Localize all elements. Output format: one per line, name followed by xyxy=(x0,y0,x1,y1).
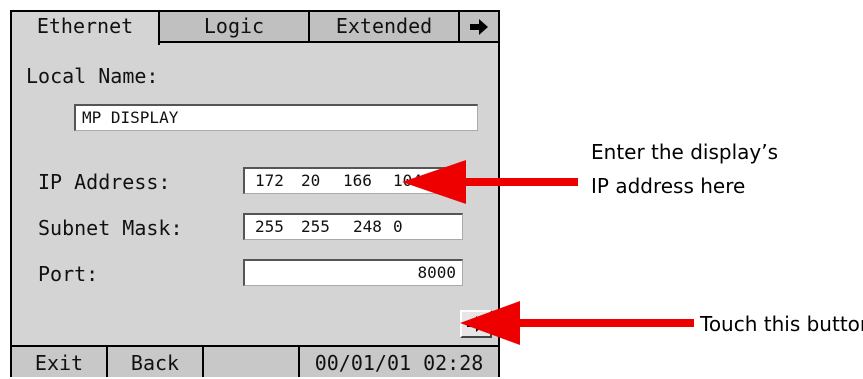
right-arrow-icon xyxy=(470,18,488,35)
right-arrow-icon xyxy=(467,316,485,332)
subnet-octet-3: 248 xyxy=(353,217,382,236)
tab-extended-label: Extended xyxy=(335,14,433,38)
ip-octet-2: 20 xyxy=(301,171,321,190)
next-page-button[interactable] xyxy=(460,310,492,338)
tab-bar: Ethernet Logic Extended xyxy=(12,12,498,45)
local-name-label: Local Name: xyxy=(26,64,159,88)
status-bar: Exit Back 00/01/01 02:28 xyxy=(12,345,498,377)
datetime-display: 00/01/01 02:28 xyxy=(314,351,484,375)
ip-octet-1: 172 xyxy=(255,171,284,190)
tab-ethernet-label: Ethernet xyxy=(36,14,134,38)
tab-extended[interactable]: Extended xyxy=(310,12,460,43)
status-empty-cell xyxy=(204,347,300,377)
subnet-octet-4: 0 xyxy=(393,217,403,236)
port-field[interactable]: 8000 xyxy=(243,259,463,286)
device-screen: Ethernet Logic Extended Local Name: MP D… xyxy=(10,10,500,377)
port-label: Port: xyxy=(38,262,99,286)
back-button[interactable]: Back xyxy=(108,347,204,377)
ip-octet-4: 104 xyxy=(393,171,422,190)
back-label: Back xyxy=(130,351,180,375)
subnet-mask-field[interactable]: 255 255 248 0 xyxy=(243,213,463,240)
exit-button[interactable]: Exit xyxy=(12,347,108,377)
tab-next-button[interactable] xyxy=(460,12,498,43)
tab-logic[interactable]: Logic xyxy=(160,12,310,43)
subnet-octet-2: 255 xyxy=(301,217,330,236)
ip-annotation-line1: Enter the display’s xyxy=(591,140,779,164)
subnet-octet-1: 255 xyxy=(255,217,284,236)
ip-address-field[interactable]: 172 20 166 104 xyxy=(243,167,463,194)
ip-octet-3: 166 xyxy=(343,171,372,190)
tab-ethernet[interactable]: Ethernet xyxy=(12,12,160,45)
ip-address-label: IP Address: xyxy=(38,170,171,194)
tab-logic-label: Logic xyxy=(203,14,265,38)
exit-label: Exit xyxy=(34,351,84,375)
button-annotation: Touch this button xyxy=(700,312,863,336)
ip-annotation-line2: IP address here xyxy=(591,174,746,198)
local-name-field[interactable]: MP DISPLAY xyxy=(74,104,478,131)
subnet-mask-label: Subnet Mask: xyxy=(38,216,183,240)
